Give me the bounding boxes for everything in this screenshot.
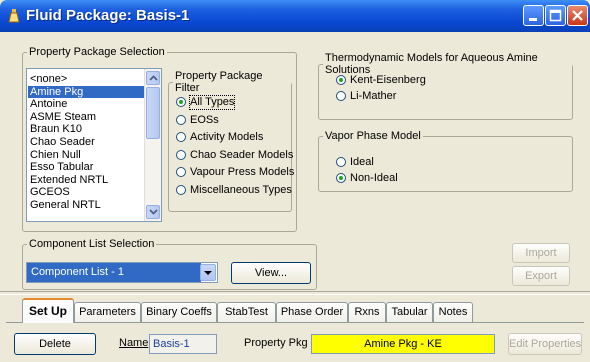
radio-label: Activity Models (190, 131, 264, 143)
tab-tabular[interactable]: Tabular (386, 302, 433, 322)
fluid-package-window: Fluid Package: Basis-1 Property Package … (0, 0, 590, 362)
tab-stabtest[interactable]: StabTest (217, 302, 276, 322)
close-icon (572, 10, 583, 21)
radio-label: Miscellaneous Types (190, 184, 292, 196)
property-pkg-field: Amine Pkg - KE (311, 334, 495, 354)
property-package-listbox[interactable]: <none> Amine Pkg Antoine ASME Steam Brau… (26, 68, 162, 222)
flask-icon (8, 9, 20, 23)
list-item[interactable]: Chao Seader (28, 136, 145, 149)
list-item[interactable]: Antoine (28, 98, 145, 111)
scroll-thumb[interactable] (146, 87, 160, 139)
property-package-selection-legend: Property Package Selection (29, 46, 165, 58)
close-button[interactable] (567, 5, 588, 26)
tab-phase-order[interactable]: Phase Order (276, 302, 348, 322)
radio-dot[interactable] (336, 91, 346, 101)
name-field[interactable]: Basis-1 (149, 334, 217, 354)
tab-set-up[interactable]: Set Up (22, 298, 74, 323)
radio-label: Non-Ideal (350, 172, 398, 184)
import-button[interactable]: Import (512, 243, 570, 263)
maximize-button[interactable] (545, 5, 566, 26)
list-item[interactable]: General NRTL (28, 199, 145, 212)
title-bar[interactable]: Fluid Package: Basis-1 (0, 0, 590, 32)
radio-label: Li-Mather (350, 90, 397, 102)
list-item-selected[interactable]: Amine Pkg (28, 85, 145, 99)
radio-label: Vapour Press Models (190, 166, 295, 178)
export-button[interactable]: Export (512, 266, 570, 286)
radio-dot[interactable] (336, 157, 346, 167)
tab-parameters[interactable]: Parameters (74, 302, 141, 322)
combo-dropdown-button[interactable] (200, 264, 216, 281)
radio-dot[interactable] (176, 97, 186, 107)
radio-label: EOSs (190, 114, 219, 126)
delete-button[interactable]: Delete (14, 333, 96, 355)
list-item[interactable]: <none> (28, 73, 145, 86)
radio-dot[interactable] (176, 185, 186, 195)
radio-label: Ideal (350, 156, 374, 168)
list-item[interactable]: Braun K10 (28, 123, 145, 136)
radio-dot[interactable] (336, 173, 346, 183)
component-list-combo[interactable]: Component List - 1 (26, 262, 218, 283)
maximize-icon (549, 9, 562, 22)
separator (0, 291, 590, 295)
radio-dot[interactable] (176, 150, 186, 160)
minimize-icon (529, 18, 537, 21)
radio-dot[interactable] (176, 167, 186, 177)
scroll-up-button[interactable] (146, 71, 160, 85)
radio-label: Chao Seader Models (190, 149, 294, 161)
window-title: Fluid Package: Basis-1 (26, 7, 190, 24)
chevron-down-icon (149, 209, 158, 215)
component-list-value: Component List - 1 (27, 263, 201, 282)
scroll-down-button[interactable] (146, 205, 160, 219)
tab-notes[interactable]: Notes (433, 302, 473, 322)
property-package-filter-legend: Property Package Filter (175, 70, 263, 94)
edit-properties-button[interactable]: Edit Properties (508, 333, 582, 355)
radio-label: All Types (188, 95, 236, 110)
list-item[interactable]: Extended NRTL (28, 174, 145, 187)
list-item[interactable]: ASME Steam (28, 111, 145, 124)
property-pkg-label: Property Pkg (244, 337, 308, 349)
minimize-button[interactable] (523, 5, 544, 26)
radio-label: Kent-Eisenberg (350, 74, 426, 86)
radio-dot[interactable] (336, 75, 346, 85)
chevron-up-icon (149, 75, 158, 81)
vapor-phase-model-legend: Vapor Phase Model (325, 130, 421, 142)
name-label: Name (119, 337, 149, 349)
listbox-scrollbar[interactable] (144, 69, 161, 221)
list-item[interactable]: Esso Tabular (28, 161, 145, 174)
thermo-models-legend: Thermodynamic Models for Aqueous Amine S… (325, 52, 538, 76)
tab-strip-line (6, 322, 584, 323)
tab-rxns[interactable]: Rxns (348, 302, 386, 322)
radio-dot[interactable] (176, 132, 186, 142)
radio-dot[interactable] (176, 115, 186, 125)
component-list-selection-legend: Component List Selection (29, 238, 155, 250)
tab-binary-coeffs[interactable]: Binary Coeffs (141, 302, 217, 322)
list-item[interactable]: Chien Null (28, 149, 145, 162)
view-button[interactable]: View... (231, 262, 311, 284)
list-item[interactable]: GCEOS (28, 186, 145, 199)
chevron-down-icon (204, 271, 212, 275)
